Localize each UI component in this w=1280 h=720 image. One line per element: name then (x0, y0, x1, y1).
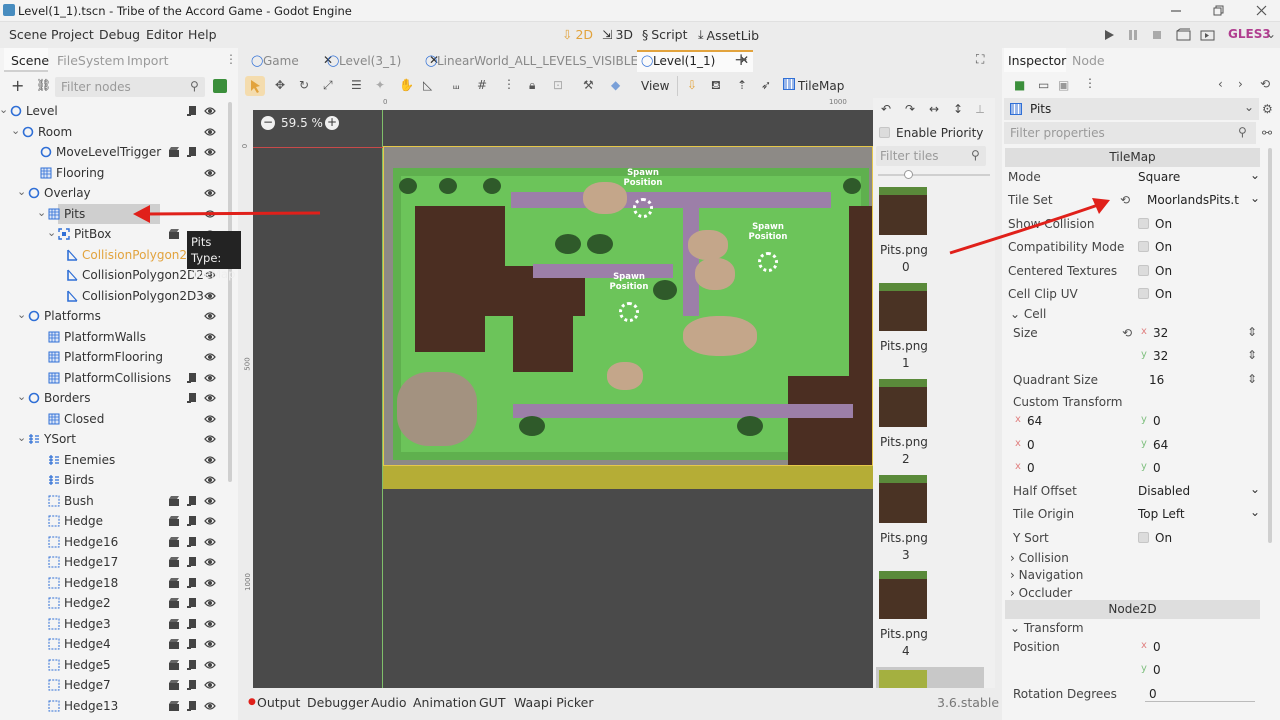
annotation-overlay (133, 198, 1110, 255)
annotation-arrow-tileset (949, 198, 1110, 255)
annotation-arrow-pits (133, 205, 321, 223)
